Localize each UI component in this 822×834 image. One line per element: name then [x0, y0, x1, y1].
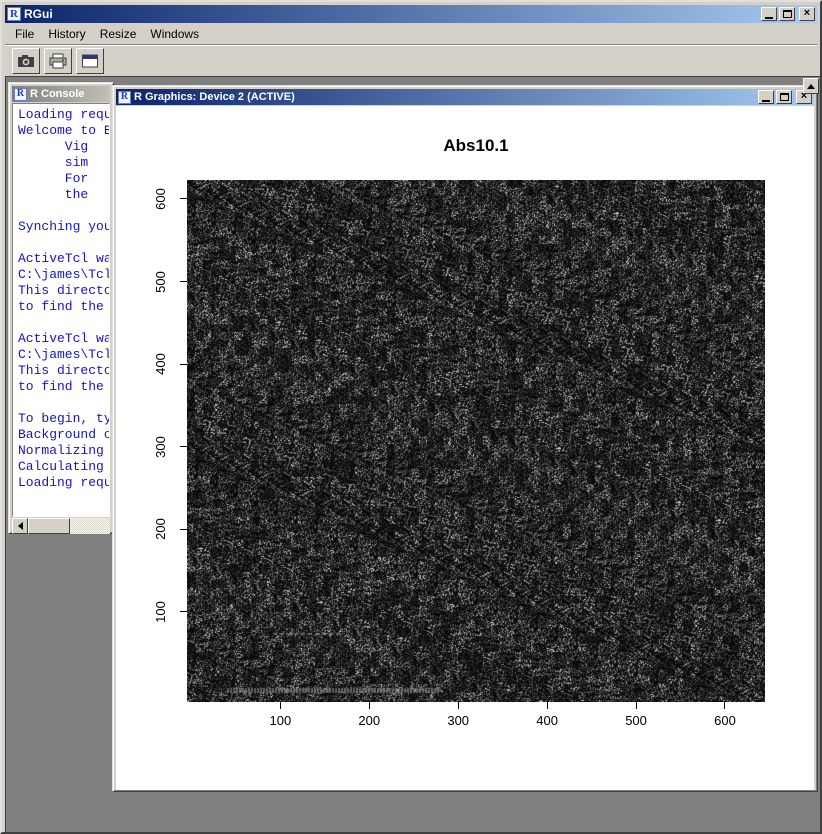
x-axis-tick	[458, 702, 459, 709]
print-button[interactable]	[44, 48, 72, 74]
x-axis-tick-label: 400	[527, 713, 567, 728]
close-icon: ×	[804, 8, 810, 19]
x-axis-tick-label: 200	[349, 713, 389, 728]
console-titlebar[interactable]: R R Console	[12, 86, 110, 102]
y-axis-tick	[180, 446, 187, 447]
y-axis-tick	[180, 281, 187, 282]
console-line: Welcome to B	[18, 123, 109, 139]
rgui-titlebar[interactable]: R RGui ×	[5, 5, 817, 23]
console-title: R Console	[30, 88, 108, 100]
y-axis-tick-label: 600	[153, 179, 167, 219]
console-line: To begin, ty	[18, 411, 109, 427]
console-output[interactable]: Loading requWelcome to B Vig sim For the…	[12, 103, 110, 517]
console-line: C:\james\Tcl	[18, 267, 109, 283]
x-axis-tick	[369, 702, 370, 709]
maximize-button[interactable]	[779, 7, 795, 21]
x-axis-tick	[547, 702, 548, 709]
y-axis-tick-label: 100	[153, 592, 167, 632]
camera-icon	[17, 53, 35, 69]
close-button[interactable]: ×	[799, 7, 815, 21]
x-axis-tick-label: 300	[438, 713, 478, 728]
console-window: R R Console Loading requWelcome to B Vig…	[8, 82, 114, 534]
console-line: C:\james\Tcl	[18, 347, 109, 363]
console-line	[18, 203, 109, 219]
plot-title: Abs10.1	[187, 136, 765, 156]
menu-history[interactable]: History	[41, 25, 92, 43]
console-line: For	[18, 171, 109, 187]
console-line: This directo	[18, 363, 109, 379]
arrow-up-icon	[807, 80, 815, 89]
arrow-left-icon	[14, 522, 23, 530]
r-logo-icon: R	[7, 7, 21, 21]
console-line: to find the	[18, 299, 109, 315]
graphics-minimize-button[interactable]	[758, 90, 774, 104]
window-icon	[81, 53, 99, 69]
maximize-icon	[780, 93, 789, 101]
y-axis-tick-label: 400	[153, 344, 167, 384]
console-line: to find the	[18, 379, 109, 395]
y-axis-tick-label: 500	[153, 262, 167, 302]
menubar: File History Resize Windows	[5, 24, 817, 44]
r-logo-icon: R	[118, 91, 131, 104]
window-title: RGui	[24, 7, 761, 21]
minimize-icon	[765, 17, 773, 19]
menu-windows[interactable]: Windows	[143, 25, 206, 43]
graphics-titlebar[interactable]: R R Graphics: Device 2 (ACTIVE) ×	[116, 89, 814, 105]
y-axis-tick	[180, 611, 187, 612]
mdi-scroll-up-button[interactable]	[803, 78, 819, 94]
scroll-left-button[interactable]	[12, 518, 28, 534]
graphics-device-area: Abs10.1 10020030040050060010020030040050…	[116, 106, 814, 790]
r-logo-icon: R	[14, 88, 27, 101]
console-line: Calculating	[18, 459, 109, 475]
console-line: sim	[18, 155, 109, 171]
x-axis-tick-label: 100	[260, 713, 300, 728]
maximize-icon	[783, 10, 792, 18]
console-line: Vig	[18, 139, 109, 155]
y-axis-tick	[180, 364, 187, 365]
mdi-area: R R Console Loading requWelcome to B Vig…	[5, 76, 821, 833]
console-line	[18, 315, 109, 331]
graphics-maximize-button[interactable]	[776, 90, 792, 104]
x-axis-tick-label: 600	[705, 713, 745, 728]
console-line	[18, 395, 109, 411]
minimize-button[interactable]	[761, 7, 777, 21]
x-axis-tick	[636, 702, 637, 709]
plot-area: 100200300400500600100200300400500600	[187, 180, 765, 702]
console-line: Background c	[18, 427, 109, 443]
scrollbar-thumb[interactable]	[28, 518, 70, 534]
x-axis-tick-label: 500	[616, 713, 656, 728]
console-line: ActiveTcl wa	[18, 251, 109, 267]
graphics-window: R R Graphics: Device 2 (ACTIVE) × Abs10.…	[112, 85, 818, 792]
console-line: Synching you	[18, 219, 109, 235]
console-line: Normalizing	[18, 443, 109, 459]
console-window-button[interactable]	[76, 48, 104, 74]
console-line: the	[18, 187, 109, 203]
printer-icon	[49, 53, 67, 69]
console-line: This directo	[18, 283, 109, 299]
y-axis-tick	[180, 529, 187, 530]
rgui-window: R RGui × File History Resize Windows	[0, 0, 822, 834]
y-axis-tick-label: 200	[153, 509, 167, 549]
x-axis-tick	[280, 702, 281, 709]
plot-image	[187, 180, 765, 702]
menu-resize[interactable]: Resize	[93, 25, 144, 43]
toolbar	[5, 44, 817, 76]
caption-buttons: ×	[761, 7, 815, 21]
y-axis-tick-label: 300	[153, 427, 167, 467]
menu-file[interactable]: File	[8, 25, 41, 43]
console-hscrollbar[interactable]	[12, 518, 110, 534]
x-axis-tick	[724, 702, 725, 709]
camera-button[interactable]	[12, 48, 40, 74]
graphics-title: R Graphics: Device 2 (ACTIVE)	[134, 91, 755, 103]
console-line: ActiveTcl wa	[18, 331, 109, 347]
y-axis-tick	[180, 198, 187, 199]
console-line: Loading requ	[18, 107, 109, 123]
minimize-icon	[762, 100, 770, 102]
console-line	[18, 235, 109, 251]
console-line: Loading requ	[18, 475, 109, 491]
